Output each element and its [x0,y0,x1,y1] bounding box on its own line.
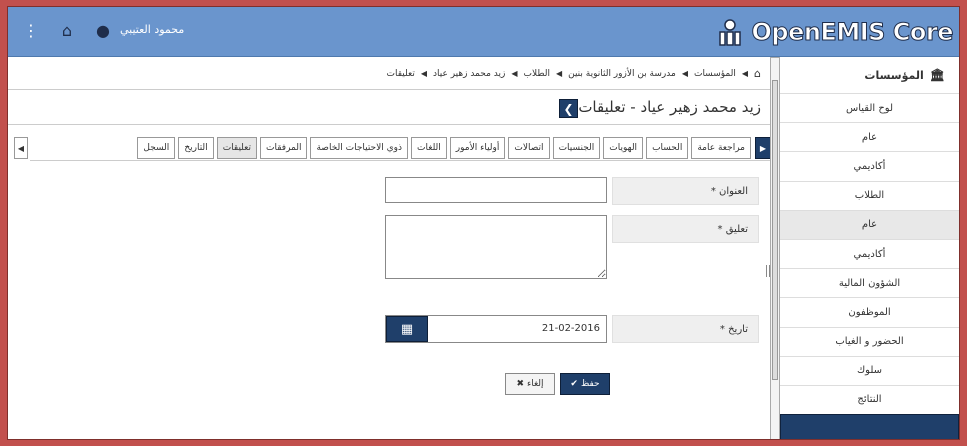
tab-scroll-left-button[interactable]: ◀ [14,137,28,159]
breadcrumb-item[interactable]: مدرسة بن الأزور الثانوية بنين [568,69,676,79]
breadcrumb-item[interactable]: زيد محمد زهير عياد [433,69,505,79]
tab-scroll-right-button[interactable]: ▶ [755,137,771,159]
tab-guardians[interactable]: أولياء الأمور [449,137,506,159]
sidebar-item-academic[interactable]: أكاديمي [780,151,959,180]
brand-name: OpenEMIS Core [751,18,954,47]
scrollbar-thumb[interactable] [772,80,778,380]
tab-list: مراجعة عامة الحساب الهويات الجنسيات اتصا… [137,137,751,159]
tab-bar: ◀ مراجعة عامة الحساب الهويات الجنسيات ات… [14,137,771,161]
user-icon[interactable]: ● [92,19,114,41]
save-label: حفظ [580,379,600,389]
comment-label: * تعليق [612,215,759,243]
sidebar-item-general[interactable]: عام [780,122,959,151]
sidebar-scrollbar[interactable] [770,57,780,439]
tab-special-needs[interactable]: ذوي الاحتياجات الخاصة [310,137,409,159]
breadcrumb-item[interactable]: الطلاب [523,69,549,79]
openemis-logo-icon [719,19,742,46]
back-button[interactable]: ❮ [559,99,578,118]
breadcrumb-separator: ◀ [681,69,688,78]
comment-textarea[interactable] [385,215,607,279]
cancel-label: إلغاء [526,379,544,389]
breadcrumb-separator: ◀ [741,69,749,78]
breadcrumb-current: تعليقات [386,68,415,79]
tab-log[interactable]: السجل [137,137,176,159]
sidebar-header-label: المؤسسات [864,68,924,82]
sidebar-header[interactable]: المؤسسات 🏛 [780,57,959,93]
tab-account[interactable]: الحساب [646,137,689,159]
app-window: ⋮ ⌂ ● محمود العتيبي OpenEMIS Core ⌂ ◀ ال… [7,6,960,440]
tab-comments[interactable]: تعليقات [216,137,257,159]
sidebar-item-active[interactable] [780,414,959,439]
title-label: * العنوان [612,177,759,205]
tab-identities[interactable]: الهويات [603,137,644,159]
home-icon[interactable]: ⌂ [56,19,78,41]
tab-contacts[interactable]: اتصالات [508,137,550,159]
title-input[interactable] [385,177,607,203]
tab-languages[interactable]: اللغات [411,137,447,159]
date-field[interactable]: ▦ 21-02-2016 [385,315,607,343]
sidebar-item-attendance[interactable]: الحضور و الغياب [780,326,959,356]
sidebar-item-behaviour[interactable]: سلوك [780,355,959,385]
breadcrumb: ⌂ ◀ المؤسسات ◀ مدرسة بن الأزور الثانوية … [387,67,761,80]
calendar-icon[interactable]: ▦ [386,316,428,342]
page-title: زيد محمد زهير عياد - تعليقات [578,98,761,116]
main-content: ⌂ ◀ المؤسسات ◀ مدرسة بن الأزور الثانوية … [8,57,771,439]
tab-history[interactable]: التاريخ [178,137,214,159]
close-icon: ✖ [516,379,524,389]
sidebar-item-results[interactable]: النتائج [780,384,959,414]
tab-nationalities[interactable]: الجنسيات [552,137,601,159]
sidebar-item-student-general[interactable]: عام [780,209,959,239]
institution-icon: 🏛 [929,68,945,82]
date-label: * تاريخ [612,315,759,343]
breadcrumb-separator: ◀ [555,69,563,78]
check-icon: ✔ [570,379,578,389]
sidebar-item-students[interactable]: الطلاب [780,180,959,210]
title-row: زيد محمد زهير عياد - تعليقات ❮ [8,89,771,125]
sidebar-item-dashboard[interactable]: لوح القياس [780,93,959,122]
breadcrumb-item[interactable]: المؤسسات [694,69,736,79]
sidebar-item-staff[interactable]: الموظفون [780,297,959,326]
breadcrumb-separator: ◀ [511,69,518,78]
tab-overview[interactable]: مراجعة عامة [691,137,751,159]
cancel-button[interactable]: ✖ إلغاء [505,373,555,395]
sidebar-item-student-academic[interactable]: أكاديمي [780,238,959,268]
menu-icon[interactable]: ⋮ [20,19,42,41]
breadcrumb-home-icon[interactable]: ⌂ [754,67,761,80]
user-name[interactable]: محمود العتيبي [120,23,184,36]
breadcrumb-separator: ◀ [420,69,427,78]
date-value: 21-02-2016 [541,323,600,334]
save-button[interactable]: ✔ حفظ [560,373,610,395]
brand-logo: OpenEMIS Core [715,17,954,47]
tab-attachments[interactable]: المرفقات [260,137,308,159]
sidebar: المؤسسات 🏛 لوح القياس عام أكاديمي الطلاب… [770,57,959,439]
sidebar-item-finance[interactable]: الشؤون المالية [780,268,959,297]
top-bar: ⋮ ⌂ ● محمود العتيبي OpenEMIS Core [8,7,959,57]
